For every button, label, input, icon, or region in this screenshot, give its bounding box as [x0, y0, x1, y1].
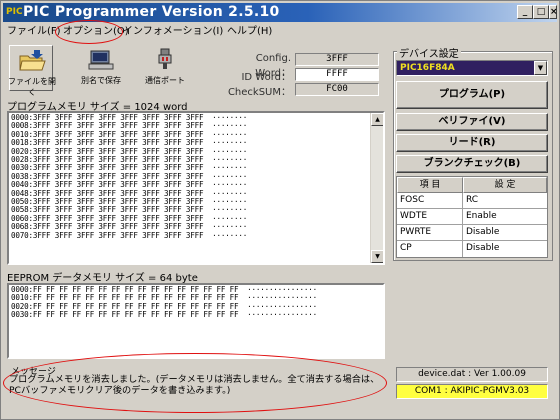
- eeprom-memory-label: EEPROM データメモリ サイズ = 64 byte: [7, 273, 198, 284]
- menu-file[interactable]: ファイル(F): [7, 24, 61, 39]
- maximize-button[interactable]: □: [533, 5, 549, 19]
- row-setting[interactable]: Enable: [463, 209, 547, 225]
- com-port-status: COM1 : AKIPIC-PGMV3.03: [396, 384, 548, 399]
- row-setting[interactable]: Disable: [463, 241, 547, 257]
- device-select-value: PIC16F84A: [400, 63, 455, 73]
- ee-line: 0030:FF FF FF FF FF FF FF FF FF FF FF FF…: [11, 310, 318, 320]
- main-window: PIC PIC Programmer Version 2.5.10 _ □ × …: [0, 0, 560, 420]
- read-button[interactable]: リード(R): [396, 134, 548, 152]
- id-word-input[interactable]: FFFF: [295, 68, 379, 81]
- eeprom-memory-view[interactable]: 0000:FF FF FF FF FF FF FF FF FF FF FF FF…: [7, 283, 385, 359]
- open-file-label: ファイルを開く: [8, 77, 56, 97]
- table-header-row: 項 目 設 定: [397, 177, 547, 193]
- eeprom-memory-lines: 0000:FF FF FF FF FF FF FF FF FF FF FF FF…: [11, 285, 318, 320]
- row-item: PWRTE: [397, 225, 463, 241]
- program-button[interactable]: プログラム(P): [396, 81, 548, 109]
- row-item: WDTE: [397, 209, 463, 225]
- menu-help[interactable]: ヘルプ(H): [227, 24, 272, 39]
- plug-icon: [158, 48, 172, 69]
- program-memory-scrollbar[interactable]: ▲ ▼: [370, 113, 383, 263]
- blank-check-button[interactable]: ブランクチェック(B): [396, 155, 548, 173]
- computer-save-icon: [88, 50, 114, 70]
- device-dat-version: device.dat : Ver 1.00.09: [396, 367, 548, 382]
- table-row[interactable]: WDTE Enable: [397, 209, 547, 225]
- row-setting[interactable]: RC: [463, 193, 547, 209]
- program-memory-lines: 0000:3FFF 3FFF 3FFF 3FFF 3FFF 3FFF 3FFF …: [11, 113, 248, 240]
- id-word-label: ID Word：: [241, 72, 291, 83]
- column-header-setting: 設 定: [463, 177, 547, 193]
- checksum-label: CheckSUM：: [227, 87, 291, 98]
- scroll-up-icon[interactable]: ▲: [371, 113, 383, 126]
- device-select[interactable]: PIC16F84A ▼: [396, 60, 548, 76]
- row-setting[interactable]: Disable: [463, 225, 547, 241]
- program-memory-view[interactable]: 0000:3FFF 3FFF 3FFF 3FFF 3FFF 3FFF 3FFF …: [7, 111, 385, 265]
- comm-port-label: 通信ポート: [145, 76, 185, 85]
- config-settings-table: 項 目 設 定 FOSC RC WDTE Enable PWRTE Disabl…: [396, 176, 548, 258]
- app-icon: PIC: [6, 7, 23, 17]
- minimize-button[interactable]: _: [517, 5, 533, 19]
- title-bar[interactable]: PIC PIC Programmer Version 2.5.10 _ □ ×: [3, 3, 558, 22]
- checksum-field: FC00: [295, 83, 379, 96]
- verify-button[interactable]: ベリファイ(V): [396, 113, 548, 131]
- table-row[interactable]: CP Disable: [397, 241, 547, 257]
- message-text: プログラムメモリを消去しました。(データメモリは消去しません。全て消去する場合は…: [9, 374, 385, 396]
- chevron-down-icon[interactable]: ▼: [534, 61, 547, 75]
- close-button[interactable]: ×: [549, 5, 558, 19]
- message-line-2: PCバッファメモリクリア後のデータを書き込みます。): [9, 385, 231, 396]
- message-line-1: プログラムメモリを消去しました。(データメモリは消去しません。全て消去する場合は…: [9, 374, 380, 385]
- row-item: CP: [397, 241, 463, 257]
- table-row[interactable]: PWRTE Disable: [397, 225, 547, 241]
- table-row[interactable]: FOSC RC: [397, 193, 547, 209]
- save-as-label: 別名で保存: [81, 76, 121, 85]
- menu-bar: ファイル(F) オプション(O) インフォメーション(I) ヘルプ(H): [3, 23, 557, 40]
- menu-options[interactable]: オプション(O): [63, 24, 129, 39]
- folder-open-icon: [19, 50, 46, 71]
- column-header-item: 項 目: [397, 177, 463, 193]
- open-file-button[interactable]: ファイルを開く: [8, 45, 56, 97]
- save-as-button[interactable]: 別名で保存: [79, 45, 123, 91]
- scroll-down-icon[interactable]: ▼: [371, 250, 383, 263]
- config-word-field: 3FFF: [295, 53, 379, 66]
- comm-port-button[interactable]: 通信ポート: [143, 45, 187, 91]
- window-title: PIC Programmer Version 2.5.10: [23, 4, 280, 20]
- device-settings-title: デバイス設定: [397, 45, 461, 60]
- row-item: FOSC: [397, 193, 463, 209]
- menu-information[interactable]: インフォメーション(I): [123, 24, 223, 39]
- pm-line: 0070:3FFF 3FFF 3FFF 3FFF 3FFF 3FFF 3FFF …: [11, 230, 248, 240]
